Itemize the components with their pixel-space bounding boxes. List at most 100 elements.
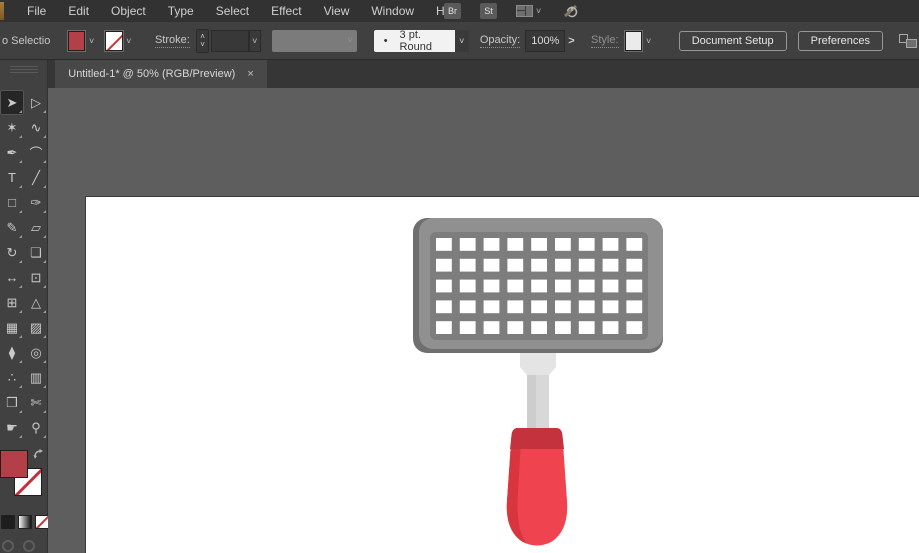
fill-indicator-swatch[interactable] — [0, 450, 28, 478]
tool-blend[interactable]: ◎ — [24, 340, 48, 365]
stepper-down-icon[interactable]: ˅ — [200, 41, 205, 49]
draw-behind-icon[interactable] — [23, 540, 35, 552]
column-graph-icon: ▥ — [30, 370, 42, 386]
fill-color-swatch[interactable] — [68, 31, 86, 51]
tool-column-graph[interactable]: ▥ — [24, 365, 48, 390]
document-tab[interactable]: Untitled-1* @ 50% (RGB/Preview) × — [55, 60, 267, 88]
free-transform-icon: ⊡ — [31, 270, 42, 286]
brush-definition-dropdown[interactable]: • 3 pt. Round — [374, 30, 455, 52]
tool-curvature[interactable]: ⌒ — [24, 140, 48, 165]
tool-line-segment[interactable]: ╱ — [24, 165, 48, 190]
gradient-mode-button[interactable] — [18, 515, 32, 529]
stroke-weight-stepper[interactable]: ˄ ˅ — [196, 29, 209, 53]
toolbar-grip-icon[interactable] — [10, 65, 38, 73]
power-icon[interactable] — [563, 3, 579, 19]
arrange-documents-icon[interactable] — [899, 32, 919, 50]
none-mode-button[interactable] — [35, 515, 49, 529]
flyout-indicator-icon — [19, 260, 22, 263]
perspective-grid-icon: △ — [31, 295, 41, 311]
stroke-weight-input[interactable] — [211, 30, 248, 52]
tool-width[interactable]: ↔ — [0, 265, 24, 290]
stroke-weight-label[interactable]: Stroke: — [155, 34, 190, 48]
tool-free-transform[interactable]: ⊡ — [24, 265, 48, 290]
flyout-indicator-icon — [43, 135, 46, 138]
flyout-indicator-icon — [43, 235, 46, 238]
artwork-grill-masher[interactable] — [48, 88, 919, 553]
grid-hole — [484, 259, 500, 272]
tool-mesh[interactable]: ▦ — [0, 315, 24, 340]
tool-lasso[interactable]: ∿ — [24, 115, 48, 140]
tool-artboard[interactable]: ❒ — [0, 390, 24, 415]
draw-normal-icon[interactable] — [2, 540, 14, 552]
bridge-badge[interactable]: Br — [444, 3, 461, 19]
fill-stroke-indicator — [0, 446, 48, 510]
menu-item-type[interactable]: Type — [157, 0, 205, 22]
tool-paintbrush[interactable]: ✑ — [24, 190, 48, 215]
grid-hole — [460, 321, 476, 334]
tool-magic-wand[interactable]: ✶ — [0, 115, 24, 140]
color-mode-button[interactable] — [1, 515, 15, 529]
style-swatch[interactable] — [625, 31, 643, 51]
brush-definition-chevron-icon[interactable]: ˅ — [455, 30, 469, 52]
stroke-color-chevron-icon[interactable]: ˅ — [123, 31, 135, 51]
fill-color-chevron-icon[interactable]: ˅ — [85, 31, 97, 51]
tool-symbol-sprayer[interactable]: ∴ — [0, 365, 24, 390]
workspace-switcher-icon[interactable] — [516, 5, 533, 17]
swap-fill-stroke-icon[interactable] — [33, 448, 45, 460]
document-setup-button[interactable]: Document Setup — [679, 31, 787, 51]
tool-eyedropper[interactable]: ⧫ — [0, 340, 24, 365]
style-chevron-icon[interactable]: ˅ — [642, 31, 654, 51]
menu-item-view[interactable]: View — [313, 0, 361, 22]
tool-gradient[interactable]: ▨ — [24, 315, 48, 340]
grid-hole — [484, 321, 500, 334]
preferences-button[interactable]: Preferences — [798, 31, 883, 51]
stock-badge[interactable]: St — [480, 3, 497, 19]
tool-selection[interactable]: ➤ — [0, 90, 24, 115]
tool-slice[interactable]: ✄ — [24, 390, 48, 415]
tool-type[interactable]: T — [0, 165, 24, 190]
opacity-expander-icon[interactable]: > — [565, 31, 578, 51]
canvas-area[interactable] — [48, 88, 919, 553]
tool-pen[interactable]: ✒ — [0, 140, 24, 165]
tool-shape-builder[interactable]: ⊞ — [0, 290, 24, 315]
stroke-color-swatch[interactable] — [105, 31, 123, 51]
grid-hole — [507, 300, 523, 313]
flyout-indicator-icon — [43, 360, 46, 363]
tool-pencil[interactable]: ✎ — [0, 215, 24, 240]
grid-hole — [603, 259, 619, 272]
tools-grid: ➤▷✶∿✒⌒ T ╱□✑✎▱↻❏↔ ⊡ ⊞ △ ▦▨⧫◎∴ ▥ ❒✄☛⚲ — [0, 90, 48, 440]
style-label[interactable]: Style: — [591, 34, 619, 48]
menu-item-object[interactable]: Object — [100, 0, 157, 22]
type-icon: T — [8, 170, 16, 185]
menu-item-effect[interactable]: Effect — [260, 0, 312, 22]
tool-rotate[interactable]: ↻ — [0, 240, 24, 265]
tool-eraser[interactable]: ▱ — [24, 215, 48, 240]
grid-hole — [507, 259, 523, 272]
tool-direct-selection[interactable]: ▷ — [24, 90, 48, 115]
menu-item-window[interactable]: Window — [360, 0, 425, 22]
tool-perspective-grid[interactable]: △ — [24, 290, 48, 315]
grid-hole — [603, 280, 619, 293]
tab-close-icon[interactable]: × — [247, 68, 253, 80]
grid-hole — [579, 280, 595, 293]
menu-item-select[interactable]: Select — [205, 0, 260, 22]
grid-hole — [579, 321, 595, 334]
tool-hand[interactable]: ☛ — [0, 415, 24, 440]
opacity-label[interactable]: Opacity: — [480, 34, 520, 48]
grid-hole — [507, 238, 523, 251]
grid-hole — [555, 238, 571, 251]
stem-connector[interactable] — [520, 353, 556, 375]
menu-item-file[interactable]: File — [16, 0, 57, 22]
grid-hole — [579, 300, 595, 313]
opacity-input[interactable]: 100% — [525, 30, 565, 52]
tool-zoom[interactable]: ⚲ — [24, 415, 48, 440]
grid-hole — [484, 238, 500, 251]
shape-builder-icon: ⊞ — [7, 295, 18, 311]
menu-item-edit[interactable]: Edit — [57, 0, 100, 22]
stroke-weight-chevron-icon[interactable]: ˅ — [249, 30, 262, 52]
flyout-indicator-icon — [19, 360, 22, 363]
toolbar-header[interactable] — [0, 60, 48, 88]
chevron-down-icon[interactable]: ˅ — [536, 7, 541, 16]
tool-scale[interactable]: ❏ — [24, 240, 48, 265]
tool-rectangle[interactable]: □ — [0, 190, 24, 215]
